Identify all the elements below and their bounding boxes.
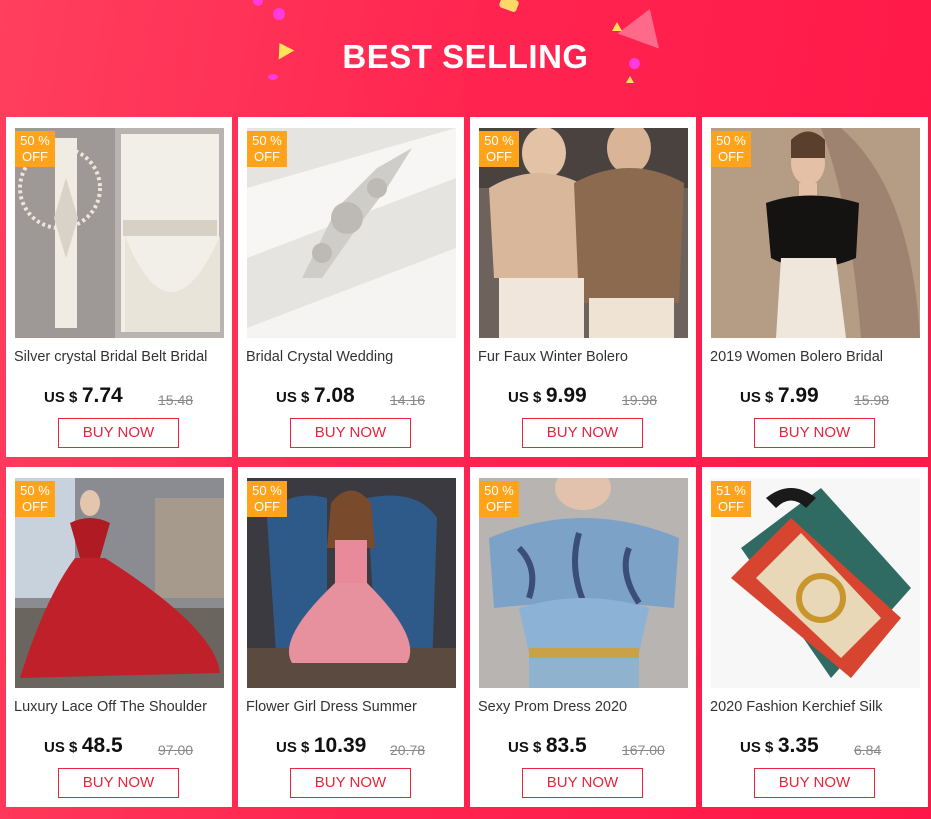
buy-now-button[interactable]: BUY NOW [290, 418, 411, 448]
price-value: 3.35 [777, 734, 819, 757]
currency-label: US $ [44, 389, 78, 406]
price-value: 7.74 [81, 384, 123, 407]
original-price: 97.00 [158, 742, 194, 758]
currency-label: US $ [508, 389, 542, 406]
product-title[interactable]: Bridal Crystal Wedding [246, 349, 461, 365]
product-grid: 50 % OFF Silver crystal Bridal Belt Brid… [6, 117, 928, 807]
price-value: 7.99 [777, 384, 819, 407]
product-card[interactable]: 50 % OFF Sexy Prom Dress 2020 US $ 83.5 … [470, 467, 696, 807]
buy-now-button[interactable]: BUY NOW [58, 418, 179, 448]
confetti-dot [253, 0, 263, 6]
product-title[interactable]: Luxury Lace Off The Shoulder [14, 699, 229, 715]
discount-badge: 50 % OFF [15, 131, 55, 167]
product-price: US $ 3.35 [740, 734, 819, 758]
buy-now-button[interactable]: BUY NOW [754, 418, 875, 448]
product-title[interactable]: Flower Girl Dress Summer [246, 699, 461, 715]
buy-now-button[interactable]: BUY NOW [522, 768, 643, 798]
product-title[interactable]: Silver crystal Bridal Belt Bridal [14, 349, 229, 365]
discount-badge: 50 % OFF [711, 131, 751, 167]
buy-now-button[interactable]: BUY NOW [754, 768, 875, 798]
product-price: US $ 10.39 [276, 734, 366, 758]
product-card[interactable]: 51 % OFF 2020 Fashion Kerchief Silk US $… [702, 467, 928, 807]
product-card[interactable]: 50 % OFF 2019 Women Bolero Bridal US $ 7… [702, 117, 928, 457]
price-value: 7.08 [313, 384, 355, 407]
confetti-triangle [498, 0, 520, 13]
product-price: US $ 83.5 [508, 734, 587, 758]
currency-label: US $ [740, 739, 774, 756]
discount-badge: 50 % OFF [479, 481, 519, 517]
currency-label: US $ [276, 739, 310, 756]
confetti-dot [273, 8, 285, 20]
product-card[interactable]: 50 % OFF Flower Girl Dress Summer US $ 1… [238, 467, 464, 807]
product-price: US $ 9.99 [508, 384, 587, 408]
confetti-triangle [612, 22, 622, 31]
discount-badge: 50 % OFF [247, 481, 287, 517]
currency-label: US $ [508, 739, 542, 756]
product-title[interactable]: 2020 Fashion Kerchief Silk [710, 699, 925, 715]
buy-now-button[interactable]: BUY NOW [522, 418, 643, 448]
discount-badge: 51 % OFF [711, 481, 751, 517]
discount-badge: 50 % OFF [479, 131, 519, 167]
currency-label: US $ [276, 389, 310, 406]
confetti-triangle [626, 76, 634, 83]
original-price: 167.00 [622, 742, 665, 758]
currency-label: US $ [44, 739, 78, 756]
product-price: US $ 48.5 [44, 734, 123, 758]
product-card[interactable]: 50 % OFF Fur Faux Winter Bolero US $ 9.9… [470, 117, 696, 457]
original-price: 6.84 [854, 742, 882, 758]
product-card[interactable]: 50 % OFF Luxury Lace Off The Shoulder US… [6, 467, 232, 807]
price-value: 48.5 [81, 734, 123, 757]
price-value: 9.99 [545, 384, 587, 407]
product-card[interactable]: 50 % OFF Bridal Crystal Wedding US $ 7.0… [238, 117, 464, 457]
original-price: 15.98 [854, 392, 890, 408]
original-price: 19.98 [622, 392, 658, 408]
product-title[interactable]: Sexy Prom Dress 2020 [478, 699, 693, 715]
original-price: 15.48 [158, 392, 194, 408]
buy-now-button[interactable]: BUY NOW [58, 768, 179, 798]
original-price: 20.78 [390, 742, 426, 758]
product-price: US $ 7.74 [44, 384, 123, 408]
banner-header: BEST SELLING [0, 0, 931, 116]
original-price: 14.16 [390, 392, 426, 408]
product-price: US $ 7.99 [740, 384, 819, 408]
buy-now-button[interactable]: BUY NOW [290, 768, 411, 798]
discount-badge: 50 % OFF [247, 131, 287, 167]
product-price: US $ 7.08 [276, 384, 355, 408]
discount-badge: 50 % OFF [15, 481, 55, 517]
product-title[interactable]: 2019 Women Bolero Bridal [710, 349, 925, 365]
price-value: 10.39 [313, 734, 367, 757]
page-title: BEST SELLING [342, 38, 589, 75]
product-card[interactable]: 50 % OFF Silver crystal Bridal Belt Brid… [6, 117, 232, 457]
currency-label: US $ [740, 389, 774, 406]
price-value: 83.5 [545, 734, 587, 757]
product-title[interactable]: Fur Faux Winter Bolero [478, 349, 693, 365]
